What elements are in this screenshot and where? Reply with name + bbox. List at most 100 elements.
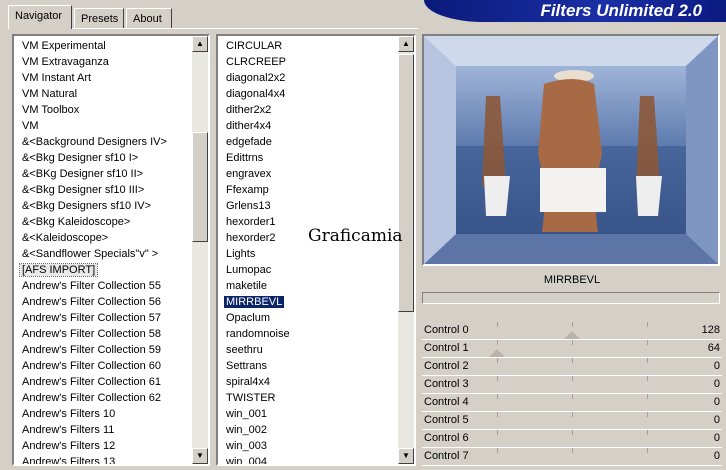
list-item[interactable]: &<Background Designers IV> — [14, 134, 208, 150]
list-item[interactable]: win_004 — [218, 454, 414, 466]
arrow-up-icon[interactable]: ▲ — [192, 36, 208, 52]
slider-tick — [497, 430, 498, 435]
tab-presets[interactable]: Presets — [74, 8, 124, 28]
control-slider[interactable]: Control 0 128 — [422, 322, 722, 340]
list-item-label: win_001 — [226, 408, 267, 420]
filter-list[interactable]: CIRCULAR CLRCREEP diagonal2x2 diagonal4x4 di… — [216, 34, 416, 466]
list-item[interactable]: diagonal2x2 — [218, 70, 414, 86]
category-scrollbar[interactable]: ▲ ▼ — [192, 36, 208, 464]
list-item[interactable]: &<BKg Designer sf10 II> — [14, 166, 208, 182]
list-item[interactable]: Andrew's Filter Collection 60 — [14, 358, 208, 374]
list-item[interactable]: Andrew's Filter Collection 57 — [14, 310, 208, 326]
list-item-label: &<Bkg Kaleidoscope> — [22, 216, 131, 228]
slider-tick — [497, 358, 498, 363]
control-slider[interactable]: Control 6 0 — [422, 430, 722, 448]
category-items: VM Experimental VM Extravaganza VM Instant… — [14, 36, 208, 464]
list-item[interactable]: dither4x4 — [218, 118, 414, 134]
list-item-label: &<Bkg Designer sf10 III> — [22, 184, 145, 196]
arrow-up-icon[interactable]: ▲ — [398, 36, 414, 52]
app-banner: Filters Unlimited 2.0 — [424, 0, 726, 22]
list-item[interactable]: VM Extravaganza — [14, 54, 208, 70]
list-item[interactable]: TWISTER — [218, 390, 414, 406]
list-item[interactable]: randomnoise — [218, 326, 414, 342]
list-item-label: edgefade — [226, 136, 272, 148]
list-item-label: Lights — [226, 248, 256, 260]
list-item[interactable]: MIRRBEVL — [218, 294, 414, 310]
list-item[interactable]: &<Sandflower Specials"v" > — [14, 246, 208, 262]
tab-about[interactable]: About — [126, 8, 172, 28]
list-item[interactable]: Grlens13 — [218, 198, 414, 214]
control-value: 0 — [713, 450, 720, 462]
list-item-label: win_004 — [226, 456, 267, 466]
control-slider[interactable]: Control 3 0 — [422, 376, 722, 394]
list-item[interactable]: VM Instant Art — [14, 70, 208, 86]
list-item[interactable]: win_002 — [218, 422, 414, 438]
list-item[interactable]: Settrans — [218, 358, 414, 374]
list-item[interactable]: &<Kaleidoscope> — [14, 230, 208, 246]
category-scroll-thumb[interactable] — [192, 132, 208, 242]
list-item[interactable]: Andrew's Filter Collection 59 — [14, 342, 208, 358]
list-item[interactable]: win_001 — [218, 406, 414, 422]
list-item[interactable]: Andrew's Filter Collection 56 — [14, 294, 208, 310]
list-item[interactable]: &<Bkg Designer sf10 I> — [14, 150, 208, 166]
arrow-down-icon[interactable]: ▼ — [192, 448, 208, 464]
list-item[interactable]: Andrew's Filter Collection 55 — [14, 278, 208, 294]
list-item[interactable]: Andrew's Filter Collection 61 — [14, 374, 208, 390]
slider-tick — [572, 322, 573, 327]
control-slider[interactable]: Control 5 0 — [422, 412, 722, 430]
slider-tick — [572, 430, 573, 435]
arrow-down-icon[interactable]: ▼ — [398, 448, 414, 464]
control-slider[interactable]: Control 7 0 — [422, 448, 722, 466]
list-item[interactable]: Ffexamp — [218, 182, 414, 198]
slider-tick — [647, 430, 648, 435]
slider-knob[interactable] — [489, 349, 505, 357]
slider-tick — [572, 394, 573, 399]
list-item[interactable]: VM Experimental — [14, 38, 208, 54]
list-item[interactable]: VM Natural — [14, 86, 208, 102]
list-item[interactable]: &<Bkg Designer sf10 III> — [14, 182, 208, 198]
list-item[interactable]: edgefade — [218, 134, 414, 150]
list-item[interactable]: engravex — [218, 166, 414, 182]
slider-tick — [647, 394, 648, 399]
slider-tick — [497, 376, 498, 381]
list-item[interactable]: CIRCULAR — [218, 38, 414, 54]
list-item-label: MIRRBEVL — [224, 296, 285, 308]
control-slider[interactable]: Control 4 0 — [422, 394, 722, 412]
list-item[interactable]: Andrew's Filters 13 — [14, 454, 208, 464]
list-item[interactable]: Andrew's Filters 10 — [14, 406, 208, 422]
filter-scroll-thumb[interactable] — [398, 54, 414, 312]
list-item-label: Ffexamp — [226, 184, 269, 196]
category-list[interactable]: VM Experimental VM Extravaganza VM Instant… — [12, 34, 210, 466]
list-item[interactable]: dither2x2 — [218, 102, 414, 118]
list-item[interactable]: Opaclum — [218, 310, 414, 326]
list-item[interactable]: &<Bkg Kaleidoscope> — [14, 214, 208, 230]
slider-tick — [497, 394, 498, 399]
list-item[interactable]: diagonal4x4 — [218, 86, 414, 102]
list-item[interactable]: Andrew's Filters 11 — [14, 422, 208, 438]
list-item[interactable]: Lights — [218, 246, 414, 262]
list-item-label: Andrew's Filter Collection 58 — [22, 328, 162, 340]
list-item-label: &<BKg Designer sf10 II> — [22, 168, 144, 180]
list-item[interactable]: win_003 — [218, 438, 414, 454]
slider-knob[interactable] — [564, 331, 580, 339]
list-item[interactable]: spiral4x4 — [218, 374, 414, 390]
list-item[interactable]: VM Toolbox — [14, 102, 208, 118]
slider-tick — [647, 448, 648, 453]
list-item[interactable]: [AFS IMPORT] — [14, 262, 208, 278]
filter-scrollbar[interactable]: ▲ ▼ — [398, 36, 414, 464]
list-item[interactable]: VM — [14, 118, 208, 134]
control-slider[interactable]: Control 2 0 — [422, 358, 722, 376]
list-item[interactable]: CLRCREEP — [218, 54, 414, 70]
list-item[interactable]: &<Bkg Designers sf10 IV> — [14, 198, 208, 214]
list-item-label: randomnoise — [226, 328, 290, 340]
list-item[interactable]: maketile — [218, 278, 414, 294]
list-item[interactable]: Andrew's Filter Collection 62 — [14, 390, 208, 406]
control-slider[interactable]: Control 1 64 — [422, 340, 722, 358]
tab-navigator[interactable]: Navigator — [8, 5, 72, 29]
list-item[interactable]: Edittrns — [218, 150, 414, 166]
control-value: 0 — [713, 432, 720, 444]
list-item[interactable]: Andrew's Filters 12 — [14, 438, 208, 454]
list-item[interactable]: Andrew's Filter Collection 58 — [14, 326, 208, 342]
list-item[interactable]: Lumopac — [218, 262, 414, 278]
list-item[interactable]: seethru — [218, 342, 414, 358]
